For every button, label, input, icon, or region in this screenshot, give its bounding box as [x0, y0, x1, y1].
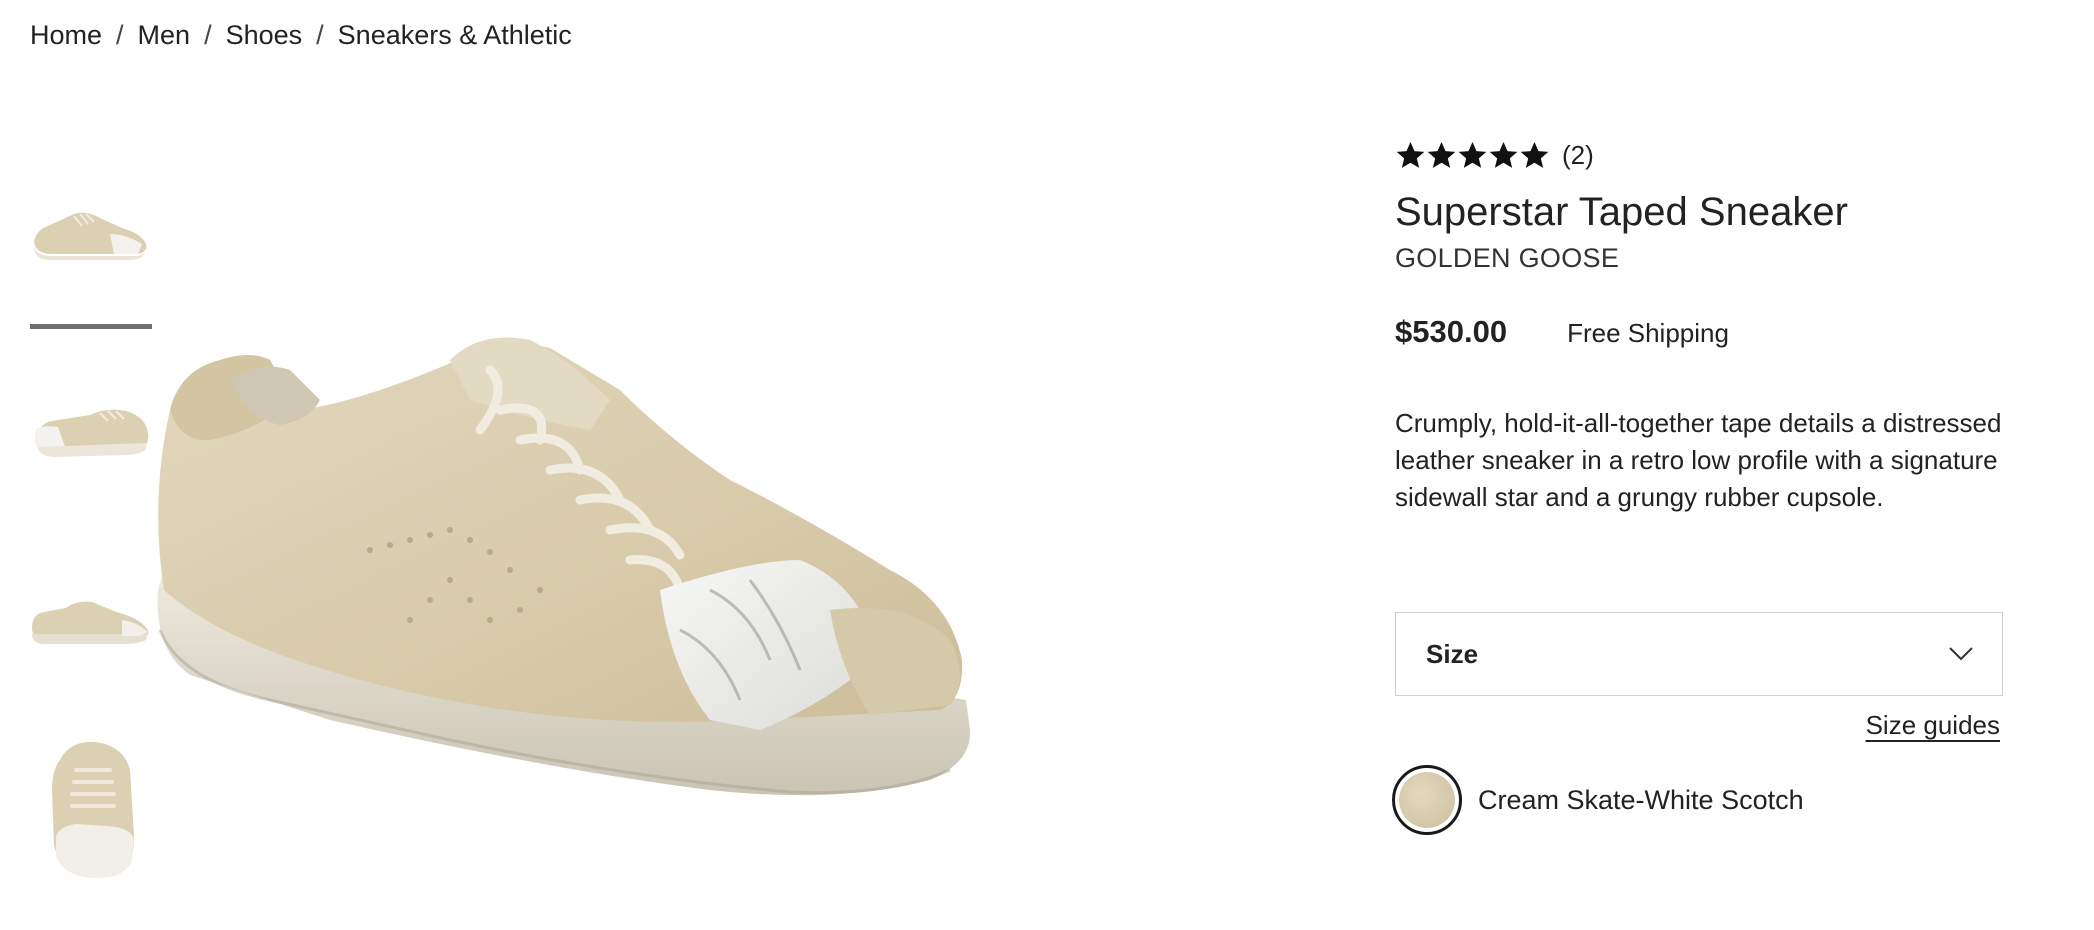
- star-rating: [1395, 140, 1550, 171]
- selected-color-name: Cream Skate-White Scotch: [1478, 784, 1804, 815]
- brand-link[interactable]: GOLDEN GOOSE: [1395, 243, 2035, 274]
- product-title: Superstar Taped Sneaker: [1395, 190, 1848, 234]
- shipping-info: Free Shipping: [1567, 318, 1729, 348]
- thumbnail-outer-side-view[interactable]: [30, 590, 152, 650]
- price-row: $530.00 Free Shipping: [1395, 314, 2035, 350]
- product-info: (2) Superstar Taped Sneaker GOLDEN GOOSE…: [1392, 130, 2035, 835]
- color-selector: Cream Skate-White Scotch: [1392, 765, 1804, 835]
- size-guides-link[interactable]: Size guides: [1866, 710, 2000, 741]
- review-count[interactable]: (2): [1562, 140, 1594, 171]
- color-swatch-selected[interactable]: [1392, 765, 1462, 835]
- thumbnail-side-view[interactable]: [30, 190, 152, 270]
- breadcrumb-sneakers-athletic[interactable]: Sneakers & Athletic: [338, 20, 572, 51]
- thumbnail-rear-view[interactable]: [30, 385, 152, 465]
- thumbnail-top-view[interactable]: [30, 740, 152, 880]
- star-icon: [1489, 141, 1518, 168]
- breadcrumb-shoes[interactable]: Shoes: [226, 20, 303, 51]
- breadcrumb-home[interactable]: Home: [30, 20, 102, 51]
- breadcrumb-men[interactable]: Men: [138, 20, 191, 51]
- product-page: Home / Men / Shoes / Sneakers & Athletic: [0, 0, 2094, 930]
- price: $530.00: [1395, 314, 1508, 349]
- breadcrumb-separator: /: [316, 20, 324, 50]
- rating[interactable]: (2): [1395, 130, 2035, 180]
- breadcrumb-separator: /: [204, 20, 212, 50]
- product-description: Crumply, hold-it-all-together tape detai…: [1395, 408, 2002, 512]
- star-icon: [1396, 141, 1425, 168]
- main-product-image[interactable]: [150, 330, 980, 830]
- breadcrumb: Home / Men / Shoes / Sneakers & Athletic: [30, 20, 572, 51]
- size-dropdown[interactable]: Size: [1395, 612, 2003, 696]
- star-icon: [1458, 141, 1487, 168]
- chevron-down-icon: [1949, 647, 1973, 661]
- star-icon: [1427, 141, 1456, 168]
- active-thumbnail-indicator: [30, 324, 152, 329]
- color-swatch-fill: [1399, 772, 1455, 828]
- size-dropdown-label: Size: [1426, 638, 1479, 669]
- breadcrumb-separator: /: [116, 20, 124, 50]
- star-icon: [1520, 141, 1549, 168]
